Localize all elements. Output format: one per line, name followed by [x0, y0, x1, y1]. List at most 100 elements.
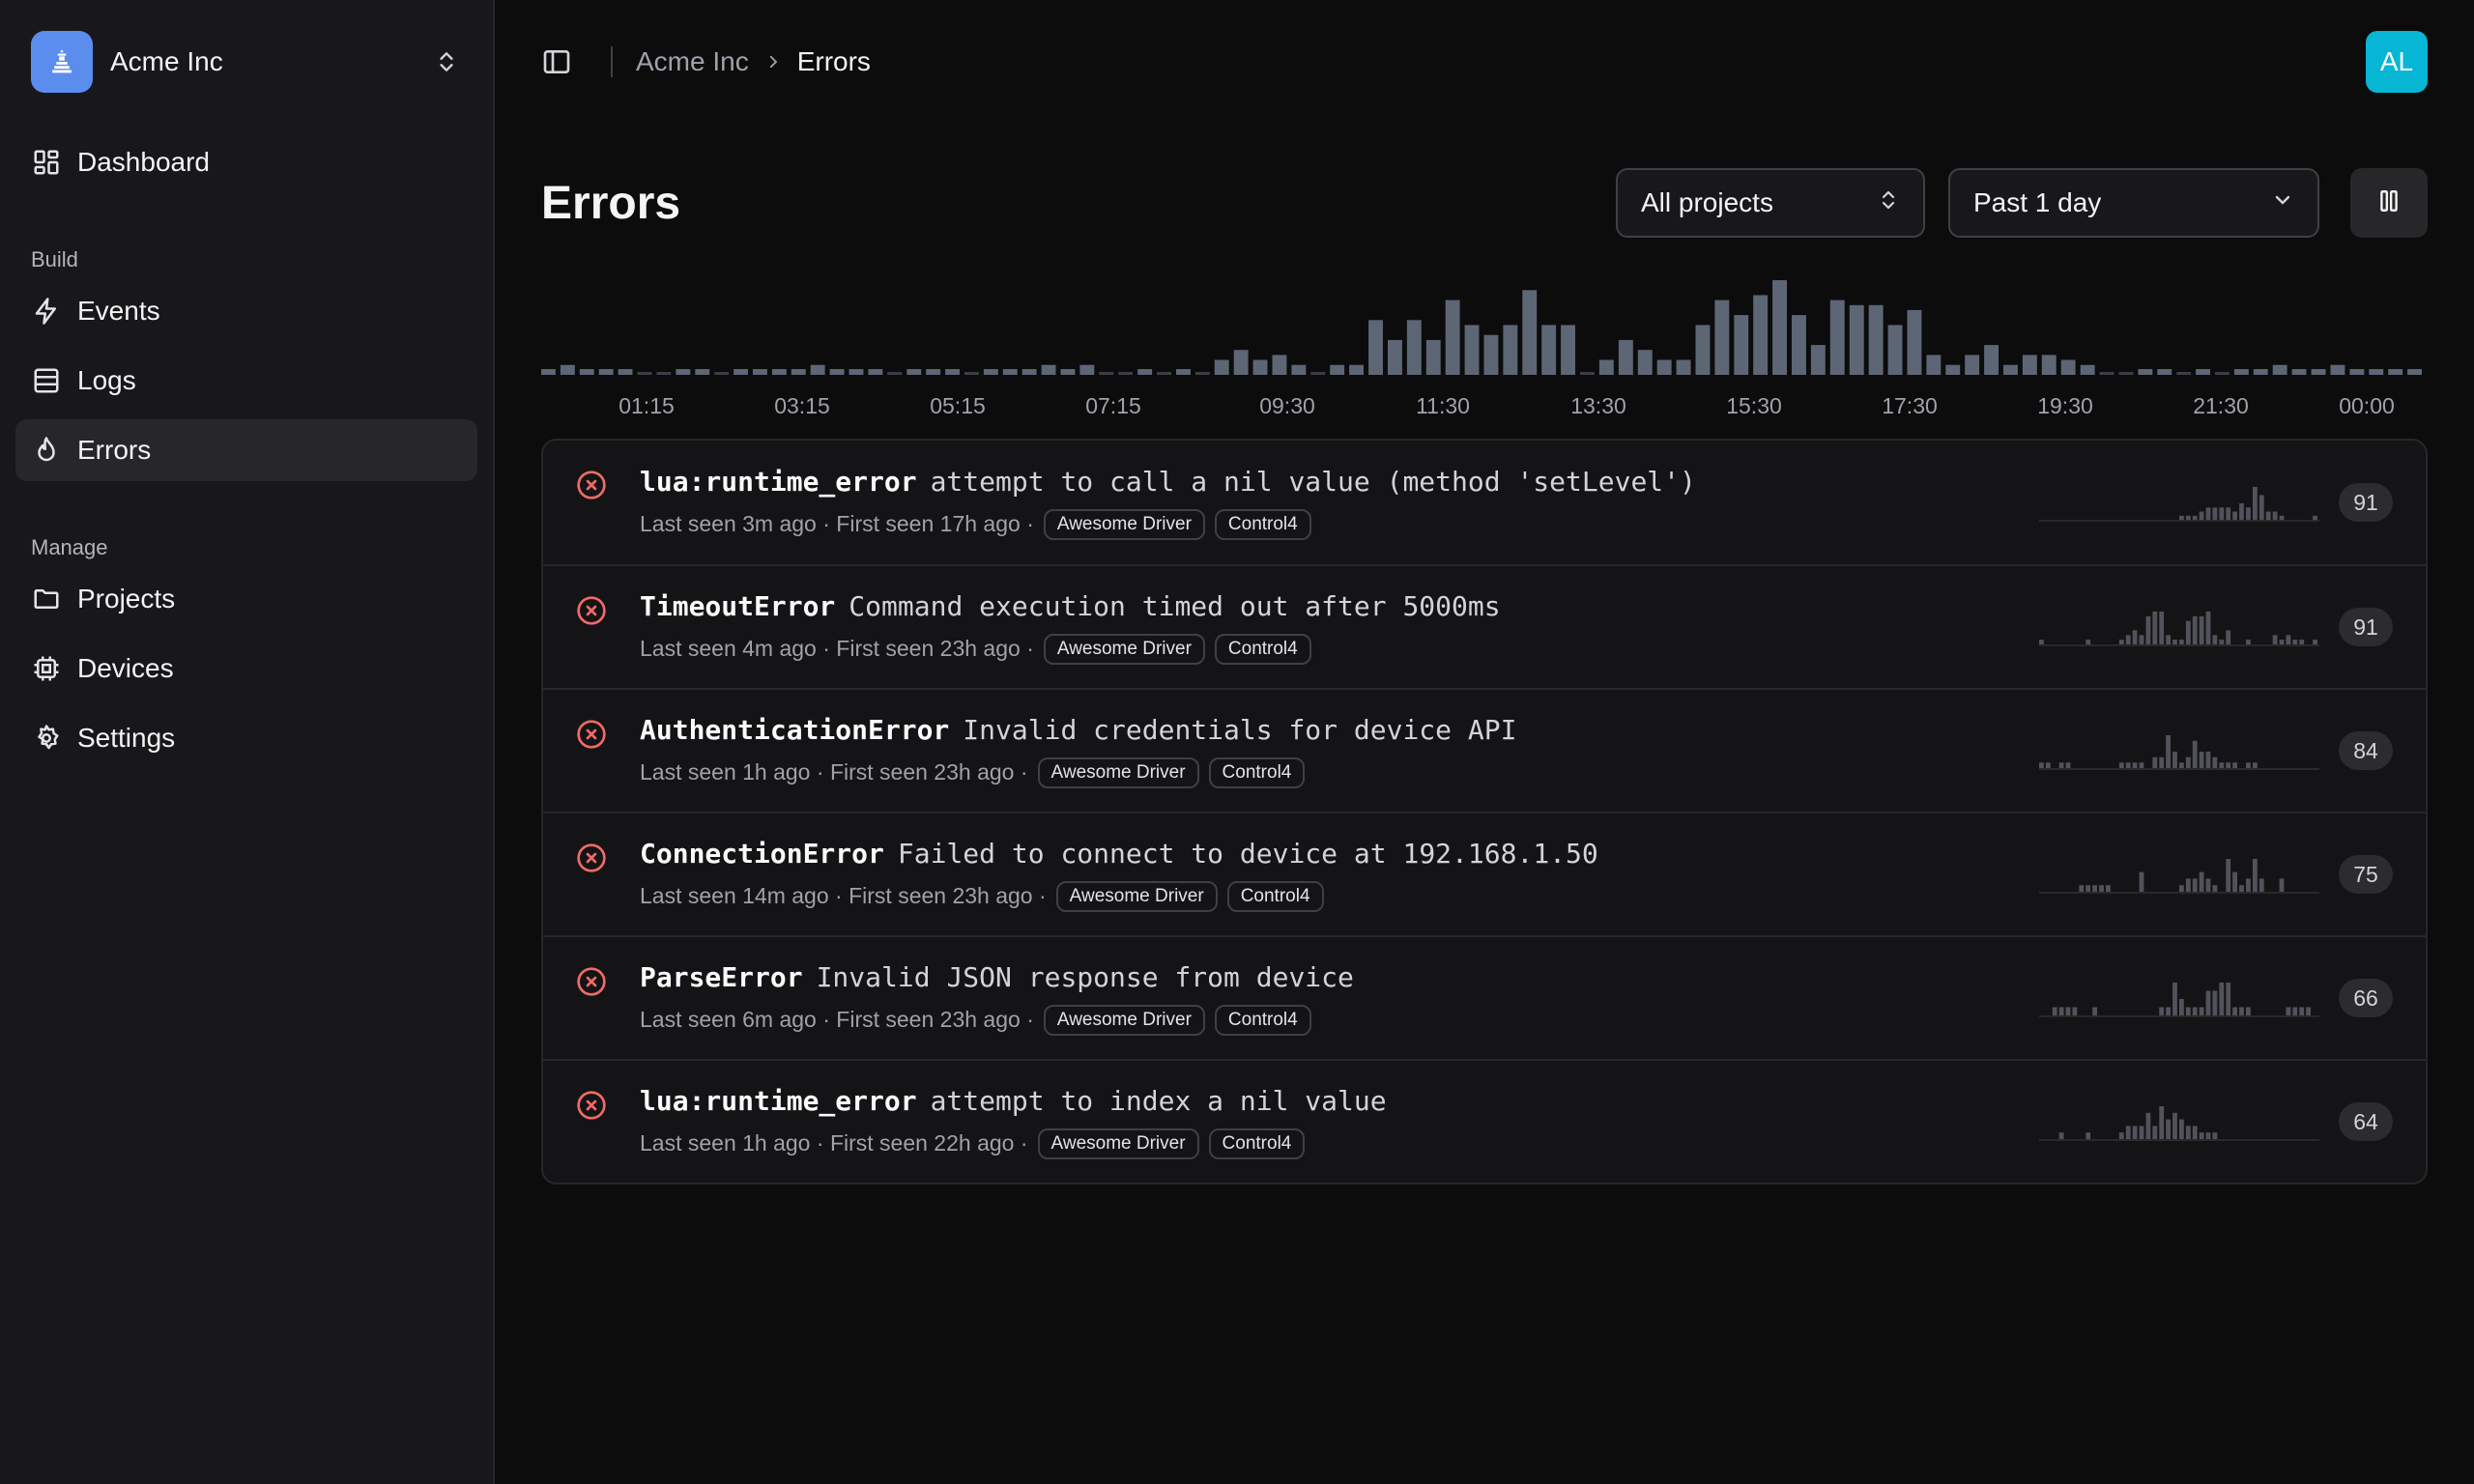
error-meta: Last seen 4m ago · First seen 23h ago · A…: [640, 633, 2039, 665]
sparkline-bar: [2246, 762, 2251, 768]
meta-separator: ·: [1020, 1007, 1034, 1032]
sparkline: [2039, 859, 2319, 894]
histogram-bar: [2022, 355, 2037, 375]
histogram-bar: [1734, 315, 1749, 375]
occurrence-count: 64: [2339, 1102, 2393, 1141]
dashboard-icon: [31, 147, 62, 178]
sparkline-bar: [2279, 640, 2285, 644]
histogram-bar: [1137, 369, 1153, 375]
histogram-bar: [1965, 355, 1980, 375]
sparkline-bar: [2065, 762, 2071, 768]
error-row[interactable]: AuthenticationError Invalid credentials f…: [543, 688, 2426, 812]
avatar[interactable]: AL: [2366, 31, 2428, 93]
error-title: lua:runtime_error attempt to call a nil v…: [640, 466, 2039, 498]
histogram-bar: [1810, 345, 1826, 375]
histogram-bar: [1118, 372, 1134, 375]
histogram-bar: [1445, 300, 1460, 375]
sparkline-bar: [2139, 635, 2144, 644]
sparkline-bar: [2205, 612, 2211, 644]
sparkline-bar: [2118, 762, 2124, 768]
histogram-bar: [1926, 355, 1942, 375]
nav-section-manage: Manage: [31, 535, 108, 559]
histogram-bar: [1272, 355, 1287, 375]
histogram-bar: [695, 369, 710, 375]
tag-badge: Awesome Driver: [1043, 508, 1205, 540]
project-select-value: All projects: [1641, 187, 1773, 217]
error-row[interactable]: ConnectionError Failed to connect to devi…: [543, 812, 2426, 935]
sidebar-toggle-icon[interactable]: [526, 31, 588, 93]
sidebar-item-devices[interactable]: Devices: [15, 638, 477, 699]
chevrons-up-down-icon[interactable]: [431, 46, 462, 77]
sparkline-bar: [2185, 878, 2191, 892]
sparkline-bar: [2205, 1132, 2211, 1139]
sparkline-bar: [2219, 983, 2225, 1015]
error-title: ConnectionError Failed to connect to devi…: [640, 838, 2039, 870]
sparkline-bar: [2192, 878, 2198, 892]
sparkline-bar: [2118, 640, 2124, 644]
sparkline-bar: [2166, 635, 2171, 644]
histogram-bar: [1618, 339, 1633, 375]
project-select[interactable]: All projects: [1616, 168, 1925, 238]
sparkline-bar: [2292, 640, 2298, 644]
x-tick-label: 19:30: [2037, 393, 2093, 418]
org-switcher[interactable]: Acme Inc: [15, 31, 477, 93]
sparkline-bar: [2179, 640, 2184, 644]
tag-badge: Awesome Driver: [1037, 756, 1199, 788]
error-row[interactable]: ParseError Invalid JSON response from dev…: [543, 935, 2426, 1059]
tag-badge: Control4: [1208, 756, 1306, 788]
error-meta: Last seen 14m ago · First seen 23h ago ·…: [640, 880, 2039, 912]
histogram-bar: [1194, 372, 1210, 375]
sparkline-bar: [2258, 878, 2264, 892]
sidebar-item-events[interactable]: Events: [15, 280, 477, 342]
error-message: attempt to call a nil value (method 'set…: [930, 465, 1696, 498]
sparkline-bar: [2299, 1007, 2305, 1015]
histogram-bar: [2080, 364, 2095, 375]
histogram-bar: [579, 369, 594, 375]
sparkline-bar: [2159, 1007, 2165, 1015]
first-seen: First seen 17h ago: [836, 511, 1021, 536]
sidebar-item-projects[interactable]: Projects: [15, 568, 477, 630]
sparkline: [2039, 983, 2319, 1017]
sparkline-bar: [2139, 1126, 2144, 1139]
sidebar-item-label: Errors: [77, 435, 152, 465]
error-row[interactable]: TimeoutError Command execution timed out …: [543, 564, 2426, 688]
sidebar-item-settings[interactable]: Settings: [15, 707, 477, 769]
error-row[interactable]: lua:runtime_error attempt to call a nil v…: [543, 441, 2426, 564]
histogram-bar: [810, 364, 825, 375]
x-tick-label: 15:30: [1726, 393, 1782, 418]
sparkline-bar: [2219, 762, 2225, 768]
x-tick-label: 11:30: [1416, 393, 1470, 418]
sidebar-item-errors[interactable]: Errors: [15, 419, 477, 481]
error-meta: Last seen 3m ago · First seen 17h ago · A…: [640, 508, 2039, 540]
sparkline-bar: [2125, 635, 2131, 644]
breadcrumb-root[interactable]: Acme Inc: [636, 46, 749, 77]
error-row[interactable]: lua:runtime_error attempt to index a nil …: [543, 1059, 2426, 1183]
histogram-bar: [1849, 304, 1864, 375]
sparkline-bar: [2253, 762, 2258, 768]
histogram-bar: [2330, 364, 2345, 375]
chevron-down-icon: [2271, 187, 2294, 218]
x-tick-label: 17:30: [1882, 393, 1938, 418]
time-range-select[interactable]: Past 1 day: [1948, 168, 2319, 238]
tag-badge: Control4: [1208, 1127, 1306, 1159]
histogram-bar: [1637, 350, 1653, 375]
error-title: TimeoutError Command execution timed out …: [640, 590, 2039, 622]
histogram-bar: [1503, 325, 1518, 375]
last-seen: Last seen 14m ago: [640, 883, 829, 908]
error-name: ParseError: [640, 960, 803, 993]
histogram-bar: [1464, 325, 1480, 375]
error-body: lua:runtime_error attempt to call a nil v…: [640, 466, 2039, 540]
x-tick-label: 21:30: [2193, 393, 2249, 418]
error-title: lua:runtime_error attempt to index a nil …: [640, 1085, 2039, 1117]
histogram-bar: [1291, 364, 1307, 375]
pause-button[interactable]: [2350, 168, 2428, 238]
sparkline-bar: [2219, 507, 2225, 521]
histogram-bar: [2233, 369, 2249, 375]
histogram-bar: [1772, 280, 1787, 375]
sidebar-item-dashboard[interactable]: Dashboard: [15, 131, 477, 193]
error-body: lua:runtime_error attempt to index a nil …: [640, 1085, 2039, 1159]
sparkline-bar: [2232, 871, 2237, 892]
folder-icon: [31, 584, 62, 614]
sparkline-bar: [2286, 1007, 2291, 1015]
sidebar-item-logs[interactable]: Logs: [15, 350, 477, 412]
